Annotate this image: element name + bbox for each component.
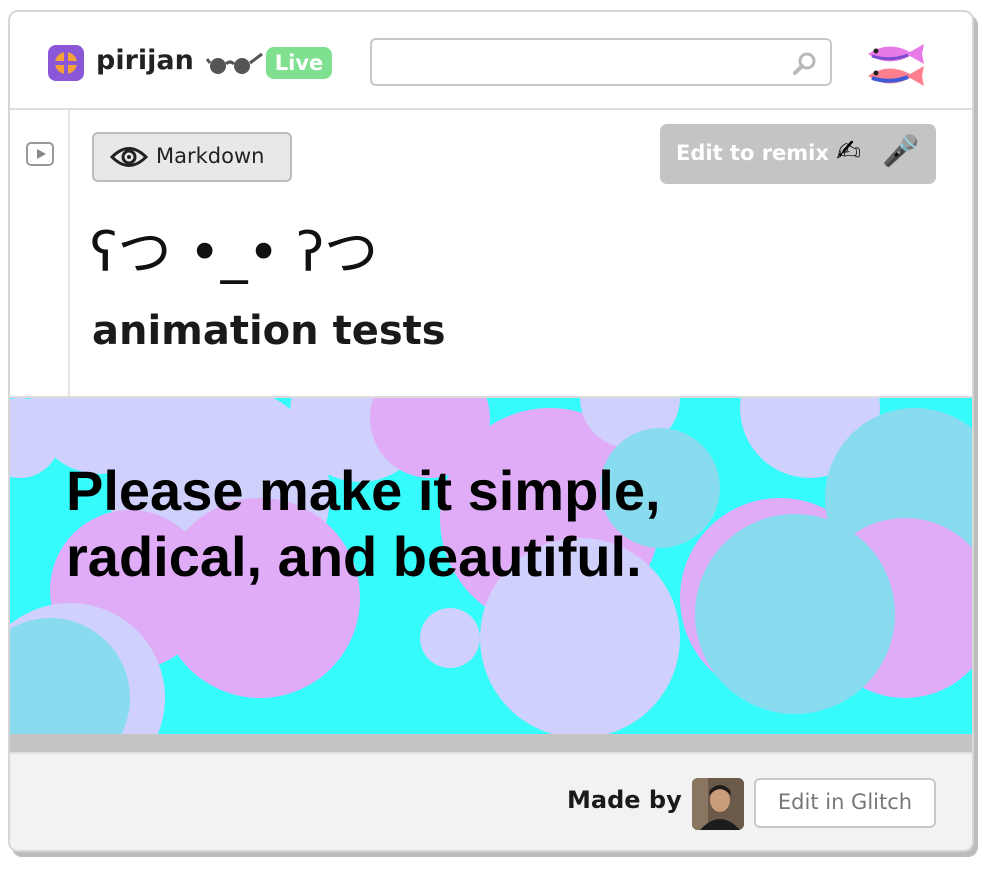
left-gutter: [10, 110, 70, 396]
quote-text: Please make it simple, radical, and beau…: [66, 458, 826, 590]
play-icon: [37, 149, 46, 159]
search-icon[interactable]: [792, 50, 818, 80]
edit-in-glitch-button[interactable]: Edit in Glitch: [754, 778, 936, 828]
fish-bottom: [868, 66, 924, 86]
play-button[interactable]: [26, 142, 54, 166]
fish-top: [868, 44, 924, 64]
markdown-toggle-button[interactable]: Markdown: [92, 132, 292, 182]
eye-icon: [109, 144, 149, 174]
project-name[interactable]: pirijan: [96, 45, 194, 76]
quote-line-2: radical, and beautiful.: [66, 525, 642, 588]
circle: [420, 608, 480, 668]
glasses-icon: [205, 49, 264, 81]
glitch-fish-logo-icon[interactable]: [862, 40, 928, 94]
microphone-icon: 🎤: [882, 134, 920, 169]
animation-banner: Please make it simple, radical, and beau…: [10, 396, 972, 752]
edit-to-remix-button[interactable]: Edit to remix ✍ 🎤: [660, 124, 936, 184]
edit-to-remix-label: Edit to remix: [676, 141, 829, 165]
document-title: animation tests: [92, 308, 446, 354]
header-bar: pirijan Live: [10, 12, 972, 110]
live-badge: Live: [266, 47, 332, 79]
project-avatar-cross-v: [64, 50, 68, 76]
kaomoji-text: ʕつ •_• ʔつ: [90, 221, 379, 284]
project-avatar-icon[interactable]: [48, 45, 84, 81]
search-box: [370, 38, 832, 86]
made-by-label: Made by: [567, 786, 682, 814]
author-avatar[interactable]: [692, 778, 744, 830]
search-input[interactable]: [382, 40, 786, 82]
quote-line-1: Please make it simple,: [66, 459, 661, 522]
banner-scrollbar[interactable]: [10, 734, 972, 752]
markdown-label: Markdown: [156, 144, 265, 168]
footer-bar: Made by Edit in Glitch: [10, 752, 972, 850]
glitch-embed-card: pirijan Live Markdown Edit to remix ✍ 🎤 …: [8, 10, 974, 852]
writing-hand-icon: ✍: [836, 134, 862, 169]
